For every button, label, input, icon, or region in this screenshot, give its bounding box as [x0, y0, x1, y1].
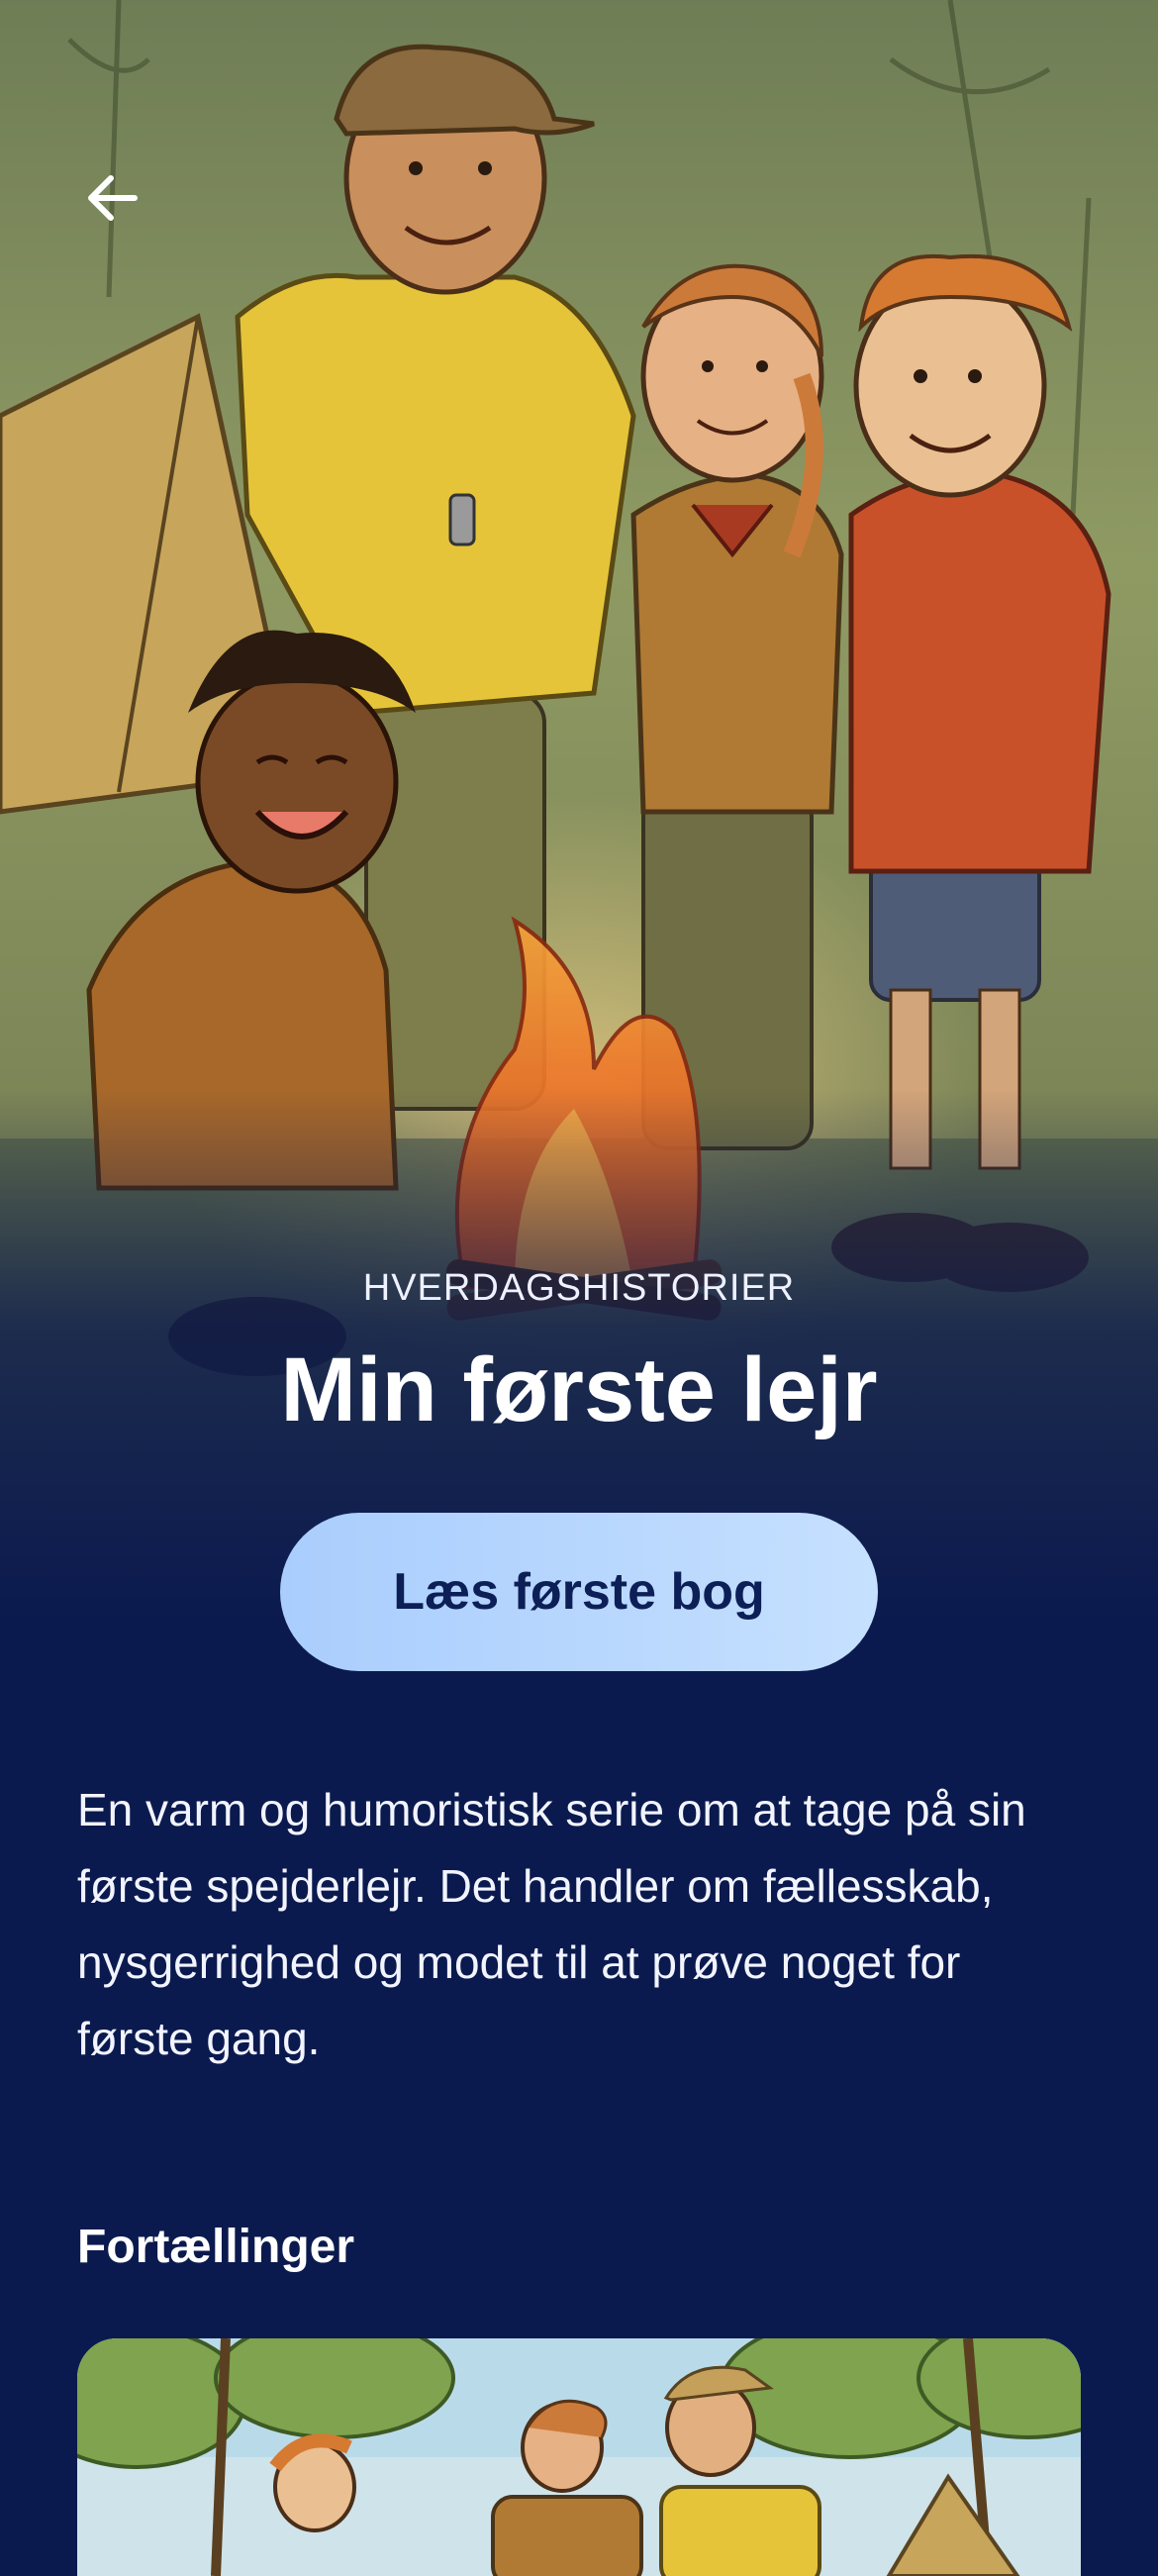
- story-card[interactable]: [77, 2338, 1081, 2576]
- series-category: HVERDAGSHISTORIER: [362, 1267, 796, 1309]
- story-thumbnail: [77, 2338, 1081, 2576]
- stories-heading: Fortællinger: [77, 2221, 355, 2273]
- series-title: Min første lejr: [280, 1339, 878, 1440]
- back-button[interactable]: [71, 156, 154, 240]
- arrow-left-icon: [88, 175, 138, 221]
- series-description: En varm og humoristisk serie om at tage …: [77, 1784, 1026, 2064]
- read-first-book-button[interactable]: Læs første bog: [280, 1513, 878, 1671]
